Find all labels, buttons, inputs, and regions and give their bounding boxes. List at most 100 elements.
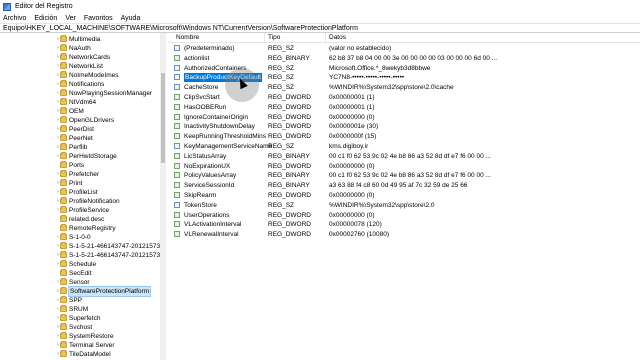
value-name: ClipSvcStart — [184, 94, 220, 101]
folder-icon — [60, 143, 67, 150]
menu-edicion[interactable]: Edición — [34, 15, 57, 22]
tree-item[interactable]: RemoteRegistry — [0, 224, 165, 233]
address-bar[interactable]: Equipo\HKEY_LOCAL_MACHINE\SOFTWARE\Micro… — [0, 23, 640, 33]
column-header-data[interactable]: Datos — [329, 34, 346, 41]
value-row[interactable]: VLRenewalInterval REG_DWORD 0x00002760 (10… — [167, 230, 640, 239]
tree-item[interactable]: › NaAuth — [0, 44, 165, 53]
tree-item[interactable]: › Svchost — [0, 323, 165, 332]
tree-item-label: Svchost — [69, 324, 93, 331]
value-row[interactable]: TokenStore REG_SZ %WINDIR%\System32\spp\st… — [167, 201, 640, 210]
column-separator[interactable] — [325, 33, 326, 43]
tree-item[interactable]: › Perflib — [0, 143, 165, 152]
binary-value-icon — [174, 103, 180, 110]
tree-item[interactable]: › Prefetcher — [0, 170, 165, 179]
folder-icon — [60, 53, 67, 60]
tree-item[interactable]: › ProfileNotification — [0, 197, 165, 206]
value-row[interactable]: NoExpirationUX REG_DWORD 0x00000000 (0) — [167, 162, 640, 171]
value-name: TokenStore — [184, 201, 217, 209]
menu-ayuda[interactable]: Ayuda — [121, 15, 141, 22]
tree-item[interactable]: › ProfileService — [0, 206, 165, 215]
tree-item[interactable]: › SystemRestore — [0, 332, 165, 341]
tree-item[interactable]: › NetworkList — [0, 62, 165, 71]
value-row[interactable]: VLActivationInterval REG_DWORD 0x00000078 … — [167, 220, 640, 229]
value-row[interactable]: KeepRunningThresholdMins REG_DWORD 0x00000… — [167, 132, 640, 141]
value-row[interactable]: InactivityShutdownDelay REG_DWORD 0x000000… — [167, 122, 640, 131]
address-path[interactable]: Equipo\HKEY_LOCAL_MACHINE\SOFTWARE\Micro… — [3, 25, 358, 32]
value-name: CacheStore — [184, 84, 219, 92]
folder-icon — [60, 341, 67, 348]
tree-item[interactable]: › PerHwIdStorage — [0, 152, 165, 161]
value-name: UserOperations — [184, 211, 230, 219]
value-name: (Predeterminado) — [184, 45, 235, 52]
value-row[interactable]: HasOOBERun REG_DWORD 0x00000001 (1) — [167, 103, 640, 112]
tree-scrollbar[interactable] — [160, 33, 166, 360]
value-type: REG_BINARY — [268, 54, 310, 62]
value-name: PolicyValuesArray — [184, 172, 237, 180]
value-type: REG_DWORD — [268, 123, 311, 131]
tree-item[interactable]: › OpenGLDrivers — [0, 116, 165, 125]
value-row[interactable]: UserOperations REG_DWORD 0x00000000 (0) — [167, 211, 640, 220]
value-data: 0x00002760 (10080) — [329, 231, 389, 239]
binary-value-icon — [174, 211, 180, 218]
tree-item[interactable]: › NtVdm64 — [0, 98, 165, 107]
column-header-type[interactable]: Tipo — [268, 34, 280, 41]
tree-item[interactable]: › SPP — [0, 296, 165, 305]
value-row[interactable]: (Predeterminado) REG_SZ (valor no establec… — [167, 44, 640, 53]
tree-item[interactable]: › Terminal Server — [0, 341, 165, 350]
tree-item[interactable]: › PeerNet — [0, 134, 165, 143]
value-row[interactable]: LicStatusArray REG_BINARY 00 c1 f0 62 53 9… — [167, 152, 640, 161]
tree-scrollbar-thumb[interactable] — [161, 73, 165, 163]
folder-icon — [60, 71, 67, 78]
menu-favoritos[interactable]: Favoritos — [84, 15, 113, 22]
value-row[interactable]: IgnoreContainerOrigin REG_DWORD 0x00000000… — [167, 113, 640, 122]
value-data: kms.digiboy.ir — [329, 143, 369, 150]
tree-item[interactable]: › Sensor — [0, 278, 165, 287]
tree-item[interactable]: › Multimedia — [0, 35, 165, 44]
tree-item[interactable]: › PeerDist — [0, 125, 165, 134]
tree-item-label: SystemRestore — [69, 333, 114, 340]
value-data: Microsoft.Office.*_8wekyb3d8bbwe — [329, 64, 431, 72]
value-row[interactable]: actionlist REG_BINARY 62 b8 37 b8 04 00 00… — [167, 54, 640, 63]
string-value-icon — [174, 84, 180, 91]
column-header-name[interactable]: Nombre — [176, 34, 199, 41]
tree-item[interactable]: › SRUM — [0, 305, 165, 314]
menu-ver[interactable]: Ver — [65, 15, 76, 22]
binary-value-icon — [174, 162, 180, 169]
binary-value-icon — [174, 94, 180, 100]
tree-item[interactable]: › Notifications — [0, 80, 165, 89]
folder-icon — [60, 296, 67, 303]
value-row[interactable]: KeyManagementServiceName REG_SZ kms.digibo… — [167, 142, 640, 151]
tree-item[interactable]: › S-1-0-0 — [0, 233, 165, 242]
tree-item-label: SPP — [69, 297, 83, 304]
tree-item-label: NaAuth — [69, 45, 91, 52]
value-type: REG_SZ — [268, 201, 295, 209]
tree-item[interactable]: › Superfetch — [0, 314, 165, 323]
value-row[interactable]: PolicyValuesArray REG_BINARY 00 c1 f0 62 5… — [167, 171, 640, 180]
value-row[interactable]: SkipRearm REG_DWORD 0x00000000 (0) — [167, 191, 640, 200]
tree-item[interactable]: SecEdit — [0, 269, 165, 278]
tree-item[interactable]: related.desc — [0, 215, 165, 224]
tree-item-label: SecEdit — [69, 270, 92, 277]
folder-icon — [60, 62, 67, 69]
tree-item[interactable]: › Print — [0, 179, 165, 188]
tree-item-label: PeerNet — [69, 135, 93, 142]
column-separator[interactable] — [264, 33, 265, 43]
key-tree-pane[interactable]: › Multimedia › NaAuth › NetworkCards › NetworkL… — [0, 33, 166, 360]
tree-item[interactable]: › ProfileList — [0, 188, 165, 197]
title-bar: Editor del Registro — [0, 0, 640, 13]
tree-item[interactable]: › NowPlayingSessionManager — [0, 89, 165, 98]
value-name: InactivityShutdownDelay — [184, 123, 255, 131]
tree-item[interactable]: › OEM — [0, 107, 165, 116]
tree-item[interactable]: › SoftwareProtectionPlatform — [0, 286, 165, 297]
binary-value-icon — [174, 123, 180, 130]
tree-item[interactable]: › Schedule — [0, 260, 165, 269]
menu-archivo[interactable]: Archivo — [3, 15, 26, 22]
value-row[interactable]: ServiceSessionId REG_BINARY a3 63 88 f4 c8… — [167, 181, 640, 190]
tree-item[interactable]: › S-1-5-21-466143747-2012157364-36 — [0, 242, 165, 251]
tree-item[interactable]: › TileDataModel — [0, 350, 165, 359]
tree-item[interactable]: › NetworkCards — [0, 53, 165, 62]
tree-item[interactable]: › NoImeModeImes — [0, 71, 165, 80]
tree-item[interactable]: › S-1-5-21-466143747-2012157364-36 — [0, 251, 165, 260]
tree-item-label: Sensor — [69, 279, 90, 286]
tree-item[interactable]: Ports — [0, 161, 165, 170]
